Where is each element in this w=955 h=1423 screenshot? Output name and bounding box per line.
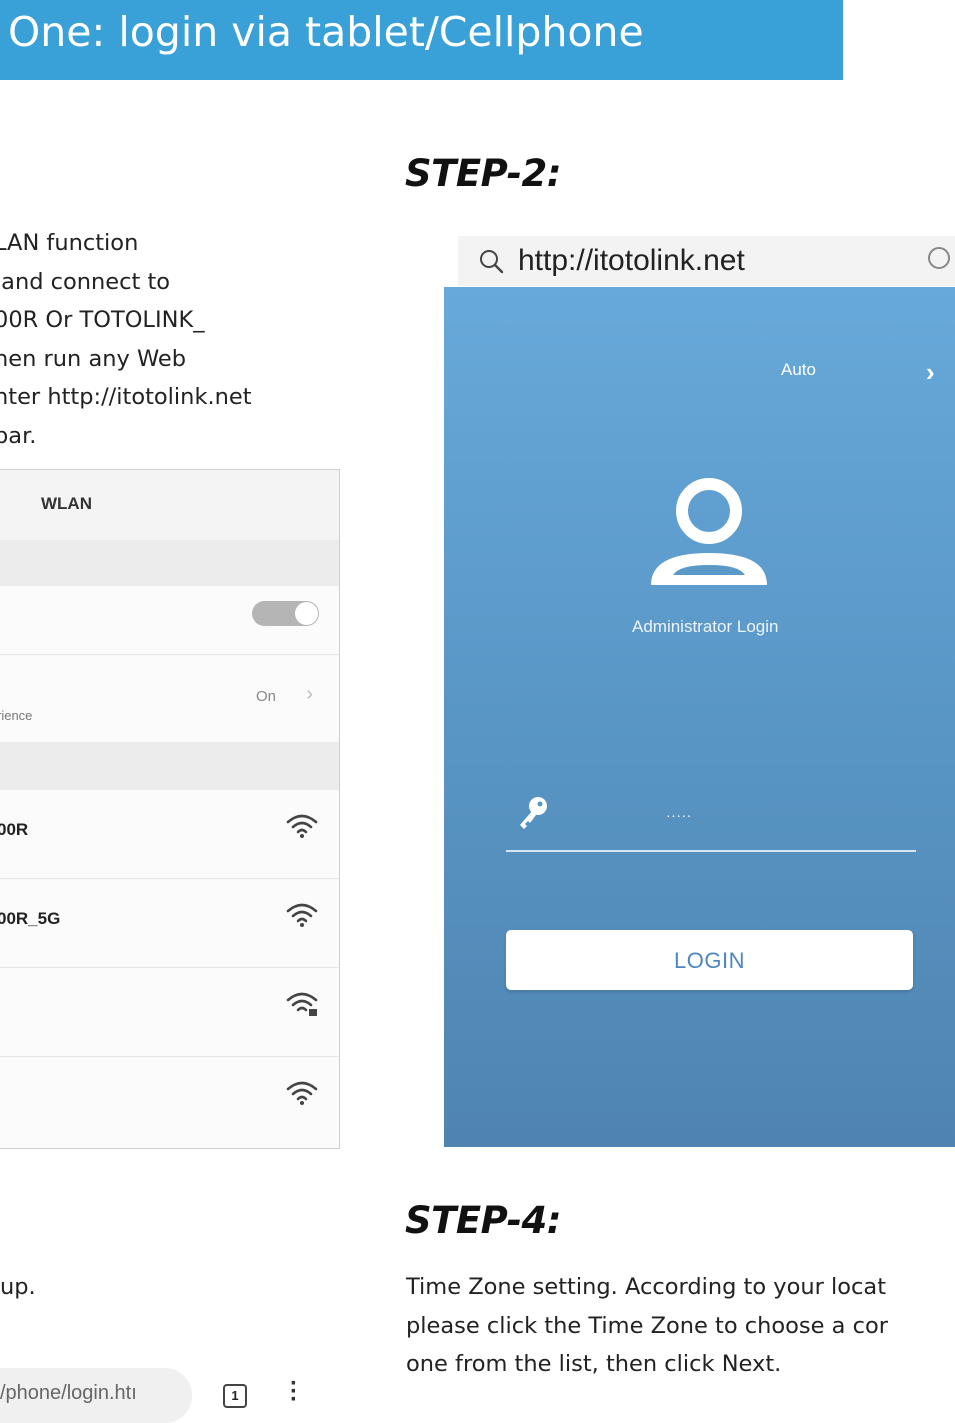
language-selector[interactable]: Auto bbox=[781, 360, 816, 380]
header-bar: One: login via tablet/Cellphone bbox=[0, 0, 843, 80]
key-icon bbox=[520, 797, 547, 829]
wlan-title: WLAN bbox=[41, 494, 92, 513]
more-menu-icon[interactable]: · · · bbox=[290, 1372, 298, 1412]
wlan-section-divider bbox=[0, 540, 339, 586]
wifi-icon bbox=[286, 814, 318, 838]
wifi-icon bbox=[286, 903, 318, 927]
wlan-assist-row[interactable]: rience On › bbox=[0, 655, 339, 743]
wlan-assist-value: On bbox=[255, 688, 276, 705]
network-row[interactable] bbox=[0, 968, 339, 1057]
network-row[interactable]: 00R bbox=[0, 790, 339, 879]
step4-title: STEP-4: bbox=[405, 1199, 562, 1242]
network-name: 00R_5G bbox=[0, 909, 61, 928]
wlan-assist-label: rience bbox=[0, 708, 33, 723]
step3-instructions: up. bbox=[0, 1274, 36, 1300]
network-row[interactable] bbox=[0, 1057, 339, 1148]
address-text[interactable]: /phone/login.htı bbox=[0, 1382, 137, 1405]
step2-title: STEP-2: bbox=[405, 152, 562, 195]
password-underline bbox=[506, 850, 916, 852]
wlan-toggle-switch[interactable] bbox=[252, 601, 319, 626]
password-input[interactable]: ····· bbox=[666, 807, 692, 823]
login-button[interactable]: LOGIN bbox=[506, 930, 913, 990]
url-text[interactable]: http://itotolink.net bbox=[518, 244, 745, 278]
network-name: 00R bbox=[0, 820, 29, 839]
user-avatar-icon bbox=[651, 478, 767, 585]
chevron-right-icon: › bbox=[306, 683, 313, 705]
network-row[interactable]: 00R_5G bbox=[0, 879, 339, 968]
wifi-icon bbox=[286, 1081, 318, 1105]
login-screenshot: Auto › Administrator Login ····· LOGIN bbox=[444, 287, 955, 1147]
admin-login-label: Administrator Login bbox=[632, 617, 779, 636]
tab-count-icon[interactable]: 1 bbox=[223, 1384, 247, 1408]
step4-instructions: Time Zone setting. According to your loc… bbox=[406, 1274, 888, 1377]
wifi-locked-icon bbox=[286, 992, 318, 1016]
browser-url-bar[interactable]: http://itotolink.net bbox=[458, 236, 955, 286]
wlan-title-bar: WLAN bbox=[0, 470, 339, 540]
chevron-right-icon[interactable]: › bbox=[926, 357, 935, 388]
header-title: One: login via tablet/Cellphone bbox=[8, 8, 644, 56]
reload-icon[interactable] bbox=[928, 247, 950, 269]
login-button-label: LOGIN bbox=[674, 948, 745, 973]
wlan-section-divider bbox=[0, 742, 339, 790]
mobile-browser-bar: /phone/login.htı 1 · · · bbox=[0, 1368, 330, 1423]
search-icon bbox=[480, 250, 504, 274]
wlan-toggle-row[interactable] bbox=[0, 586, 339, 655]
step1-instructions: LAN function and connect to 00R Or TOTOL… bbox=[0, 230, 252, 449]
wlan-screenshot: WLAN rience On › 00R 00R_5G bbox=[0, 469, 340, 1149]
